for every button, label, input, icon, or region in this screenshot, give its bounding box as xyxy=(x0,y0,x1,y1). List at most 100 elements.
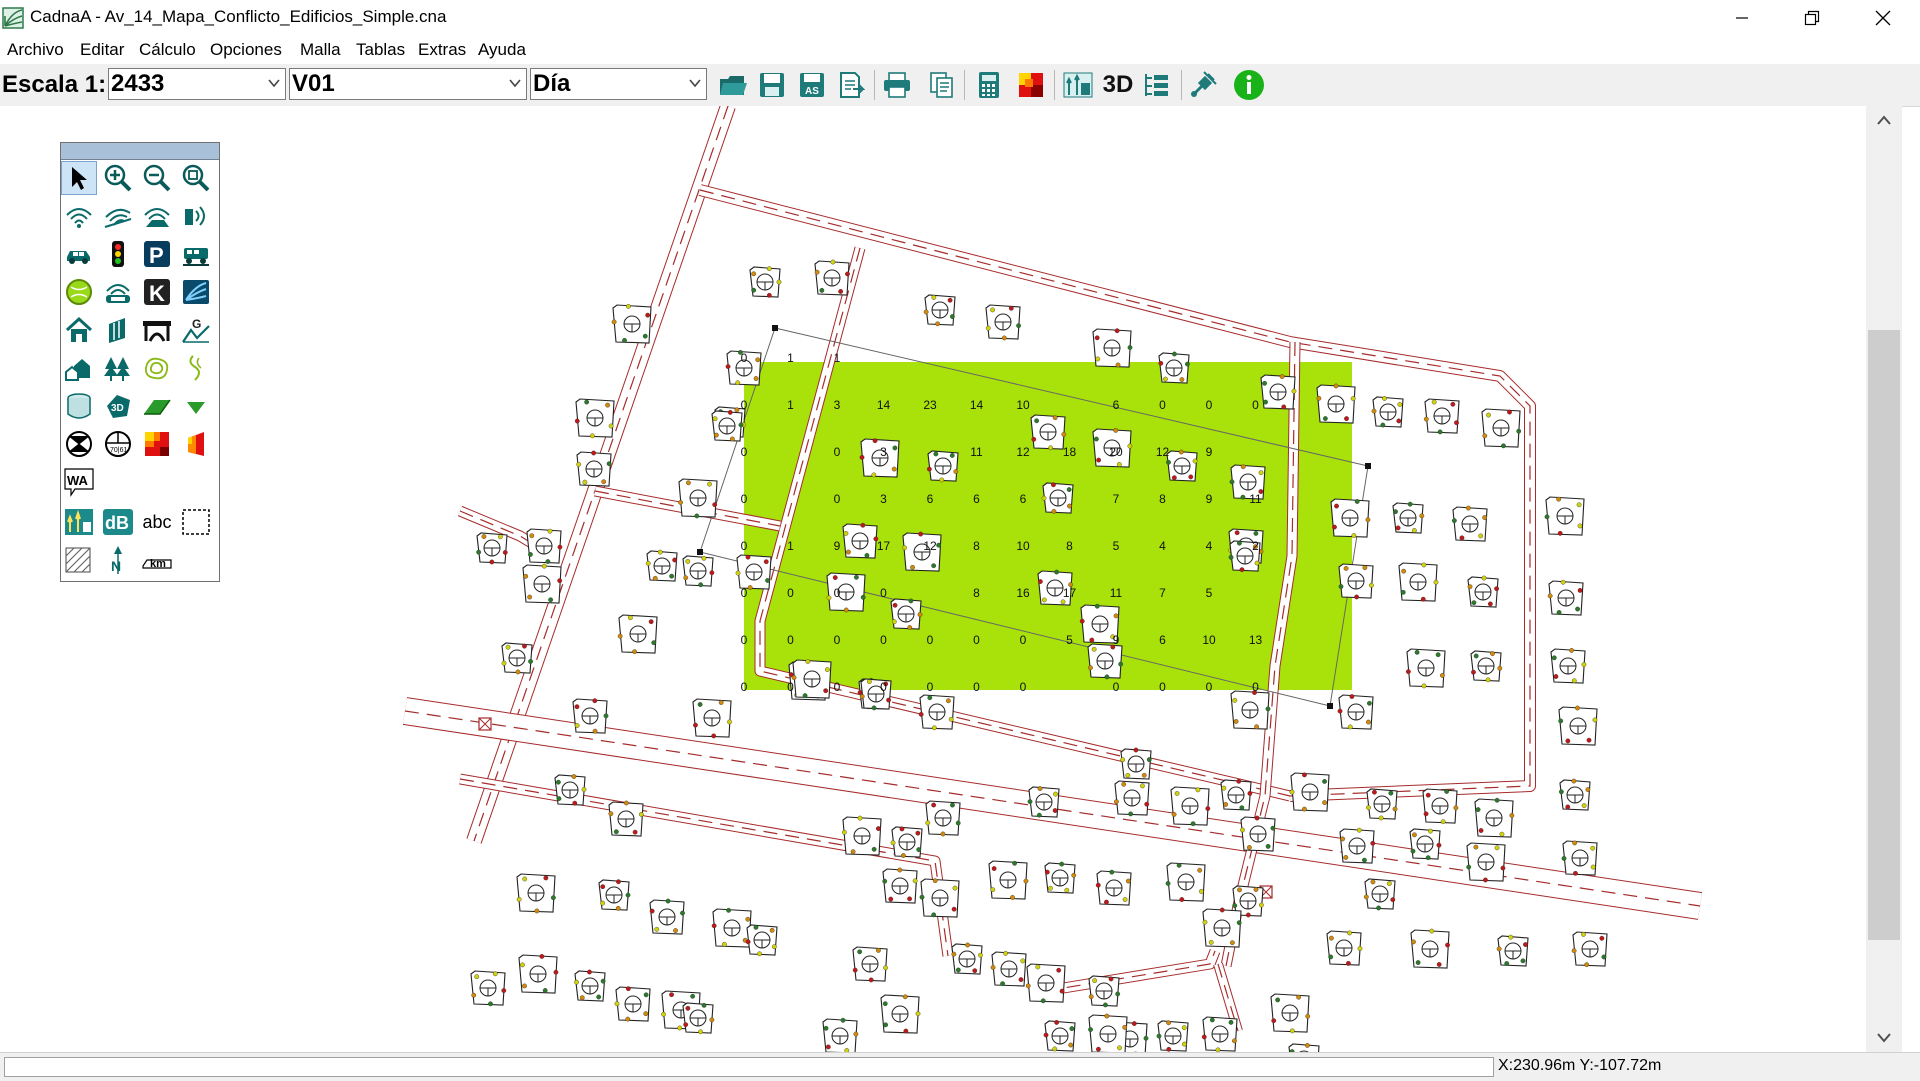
scroll-down-icon[interactable] xyxy=(1876,1032,1892,1044)
zoom-out-tool[interactable] xyxy=(139,161,175,195)
building xyxy=(573,699,608,734)
hatch-tool[interactable] xyxy=(61,543,97,577)
railway-tool[interactable] xyxy=(178,237,214,271)
zoom-out-icon xyxy=(143,164,171,192)
elevation-point-tool[interactable] xyxy=(178,389,214,423)
map-drawing[interactable]: 0110131423141060000031112182012900366678… xyxy=(0,106,1866,1052)
traffic-light-tool[interactable] xyxy=(100,237,136,271)
bridge-tool[interactable] xyxy=(139,313,175,347)
building xyxy=(1548,580,1583,615)
text-layers-button[interactable] xyxy=(1140,69,1174,101)
grid-value: 6 xyxy=(973,492,980,506)
wave-area-icon xyxy=(181,278,211,306)
building-evaluation-tool[interactable]: 70|61 xyxy=(100,427,136,461)
zoom-in-tool[interactable] xyxy=(100,161,136,195)
building xyxy=(615,986,650,1021)
area-source-tool[interactable] xyxy=(139,199,175,233)
barrier-tool[interactable] xyxy=(100,313,136,347)
scrollbar-thumb[interactable] xyxy=(1868,330,1900,940)
aircraft-noise-tool[interactable] xyxy=(178,275,214,309)
menu-malla[interactable]: Malla xyxy=(300,40,341,60)
north-arrow-tool[interactable]: N xyxy=(100,543,136,577)
grid-value: 23 xyxy=(923,398,937,412)
save-as-button[interactable]: AS xyxy=(795,69,829,101)
select-tool[interactable] xyxy=(61,161,97,195)
3d-reflector-tool[interactable]: 3D xyxy=(100,389,136,423)
road-outline xyxy=(460,779,948,956)
period-combobox[interactable]: Día xyxy=(530,68,707,100)
vertical-source-tool[interactable] xyxy=(178,199,214,233)
print-button[interactable] xyxy=(880,69,914,101)
menu-ayuda[interactable]: Ayuda xyxy=(478,40,526,60)
map-canvas[interactable]: 0110131423141060000031112182012900366678… xyxy=(0,106,1866,1052)
cylinder-tool[interactable] xyxy=(61,389,97,423)
building xyxy=(712,410,743,441)
grid-map-button[interactable] xyxy=(1014,69,1048,101)
view-3d-button[interactable]: 3D xyxy=(1100,69,1136,101)
grid-value: 0 xyxy=(1206,680,1213,694)
building xyxy=(1366,789,1397,820)
building xyxy=(920,878,959,917)
copy-button[interactable] xyxy=(925,69,959,101)
k-correction-tool[interactable]: K xyxy=(139,275,175,309)
db-label-tool[interactable]: dB xyxy=(100,505,136,539)
chevron-down-icon xyxy=(688,76,702,90)
info-button[interactable] xyxy=(1232,69,1266,101)
status-bar: X:230.96m Y:-107.72m xyxy=(0,1052,1920,1081)
cadna-app-icon xyxy=(2,6,26,30)
restore-button[interactable] xyxy=(1777,0,1847,36)
grid-area-tool[interactable] xyxy=(61,505,97,539)
minimize-button[interactable] xyxy=(1707,0,1777,36)
menu-archivo[interactable]: Archivo xyxy=(7,40,64,60)
zoom-window-tool[interactable] xyxy=(178,161,214,195)
calculate-button[interactable] xyxy=(972,69,1006,101)
sports-source-tool[interactable] xyxy=(100,275,136,309)
export-button[interactable] xyxy=(834,69,868,101)
foliage-tool[interactable] xyxy=(100,351,136,385)
embankment-tool[interactable] xyxy=(139,389,175,423)
building xyxy=(1572,932,1607,967)
receiver-point-tool[interactable] xyxy=(61,427,97,461)
save-button[interactable] xyxy=(755,69,789,101)
object-tree-button[interactable] xyxy=(1061,69,1095,101)
grid-value: 9 xyxy=(834,539,841,553)
building-tool[interactable] xyxy=(61,313,97,347)
building xyxy=(618,615,657,654)
grid-value: 12 xyxy=(1156,445,1170,459)
open-file-button[interactable] xyxy=(716,69,750,101)
grid-value: 9 xyxy=(1206,445,1213,459)
rectangle-select-tool[interactable] xyxy=(178,505,214,539)
variant-combobox[interactable]: V01 xyxy=(289,68,527,100)
vertical-scrollbar[interactable] xyxy=(1866,106,1902,1052)
grid-value: 11 xyxy=(1110,586,1123,600)
industrial-source-tool[interactable] xyxy=(61,275,97,309)
point-source-tool[interactable] xyxy=(61,199,97,233)
building xyxy=(527,529,562,564)
scale-bar-tool[interactable]: km xyxy=(139,543,175,577)
wa-tool[interactable]: WA xyxy=(61,465,97,499)
height-line-tool[interactable] xyxy=(178,351,214,385)
parking-lot-tool[interactable]: P xyxy=(139,237,175,271)
road-tool[interactable] xyxy=(61,237,97,271)
scroll-up-icon[interactable] xyxy=(1876,114,1892,126)
building xyxy=(1317,384,1356,423)
building xyxy=(1411,929,1450,968)
close-button[interactable] xyxy=(1848,0,1918,36)
menu-tablas[interactable]: Tablas xyxy=(356,40,405,60)
vertical-grid-tool[interactable] xyxy=(178,427,214,461)
text-tool[interactable]: abc xyxy=(139,505,175,539)
building-group-tool[interactable] xyxy=(61,351,97,385)
satellite-button[interactable] xyxy=(1186,69,1220,101)
terrain-contour-tool[interactable] xyxy=(139,351,175,385)
grid-calculation-tool[interactable] xyxy=(139,427,175,461)
building xyxy=(843,523,878,558)
menu-calculo[interactable]: Cálculo xyxy=(139,40,196,60)
receiver-icon xyxy=(65,430,93,458)
ground-absorption-tool[interactable]: G xyxy=(178,313,214,347)
line-source-tool[interactable] xyxy=(100,199,136,233)
scale-combobox[interactable]: 2433 xyxy=(108,68,286,100)
menu-opciones[interactable]: Opciones xyxy=(210,40,282,60)
menu-extras[interactable]: Extras xyxy=(418,40,466,60)
menu-editar[interactable]: Editar xyxy=(80,40,124,60)
palette-title-bar[interactable] xyxy=(61,143,219,160)
